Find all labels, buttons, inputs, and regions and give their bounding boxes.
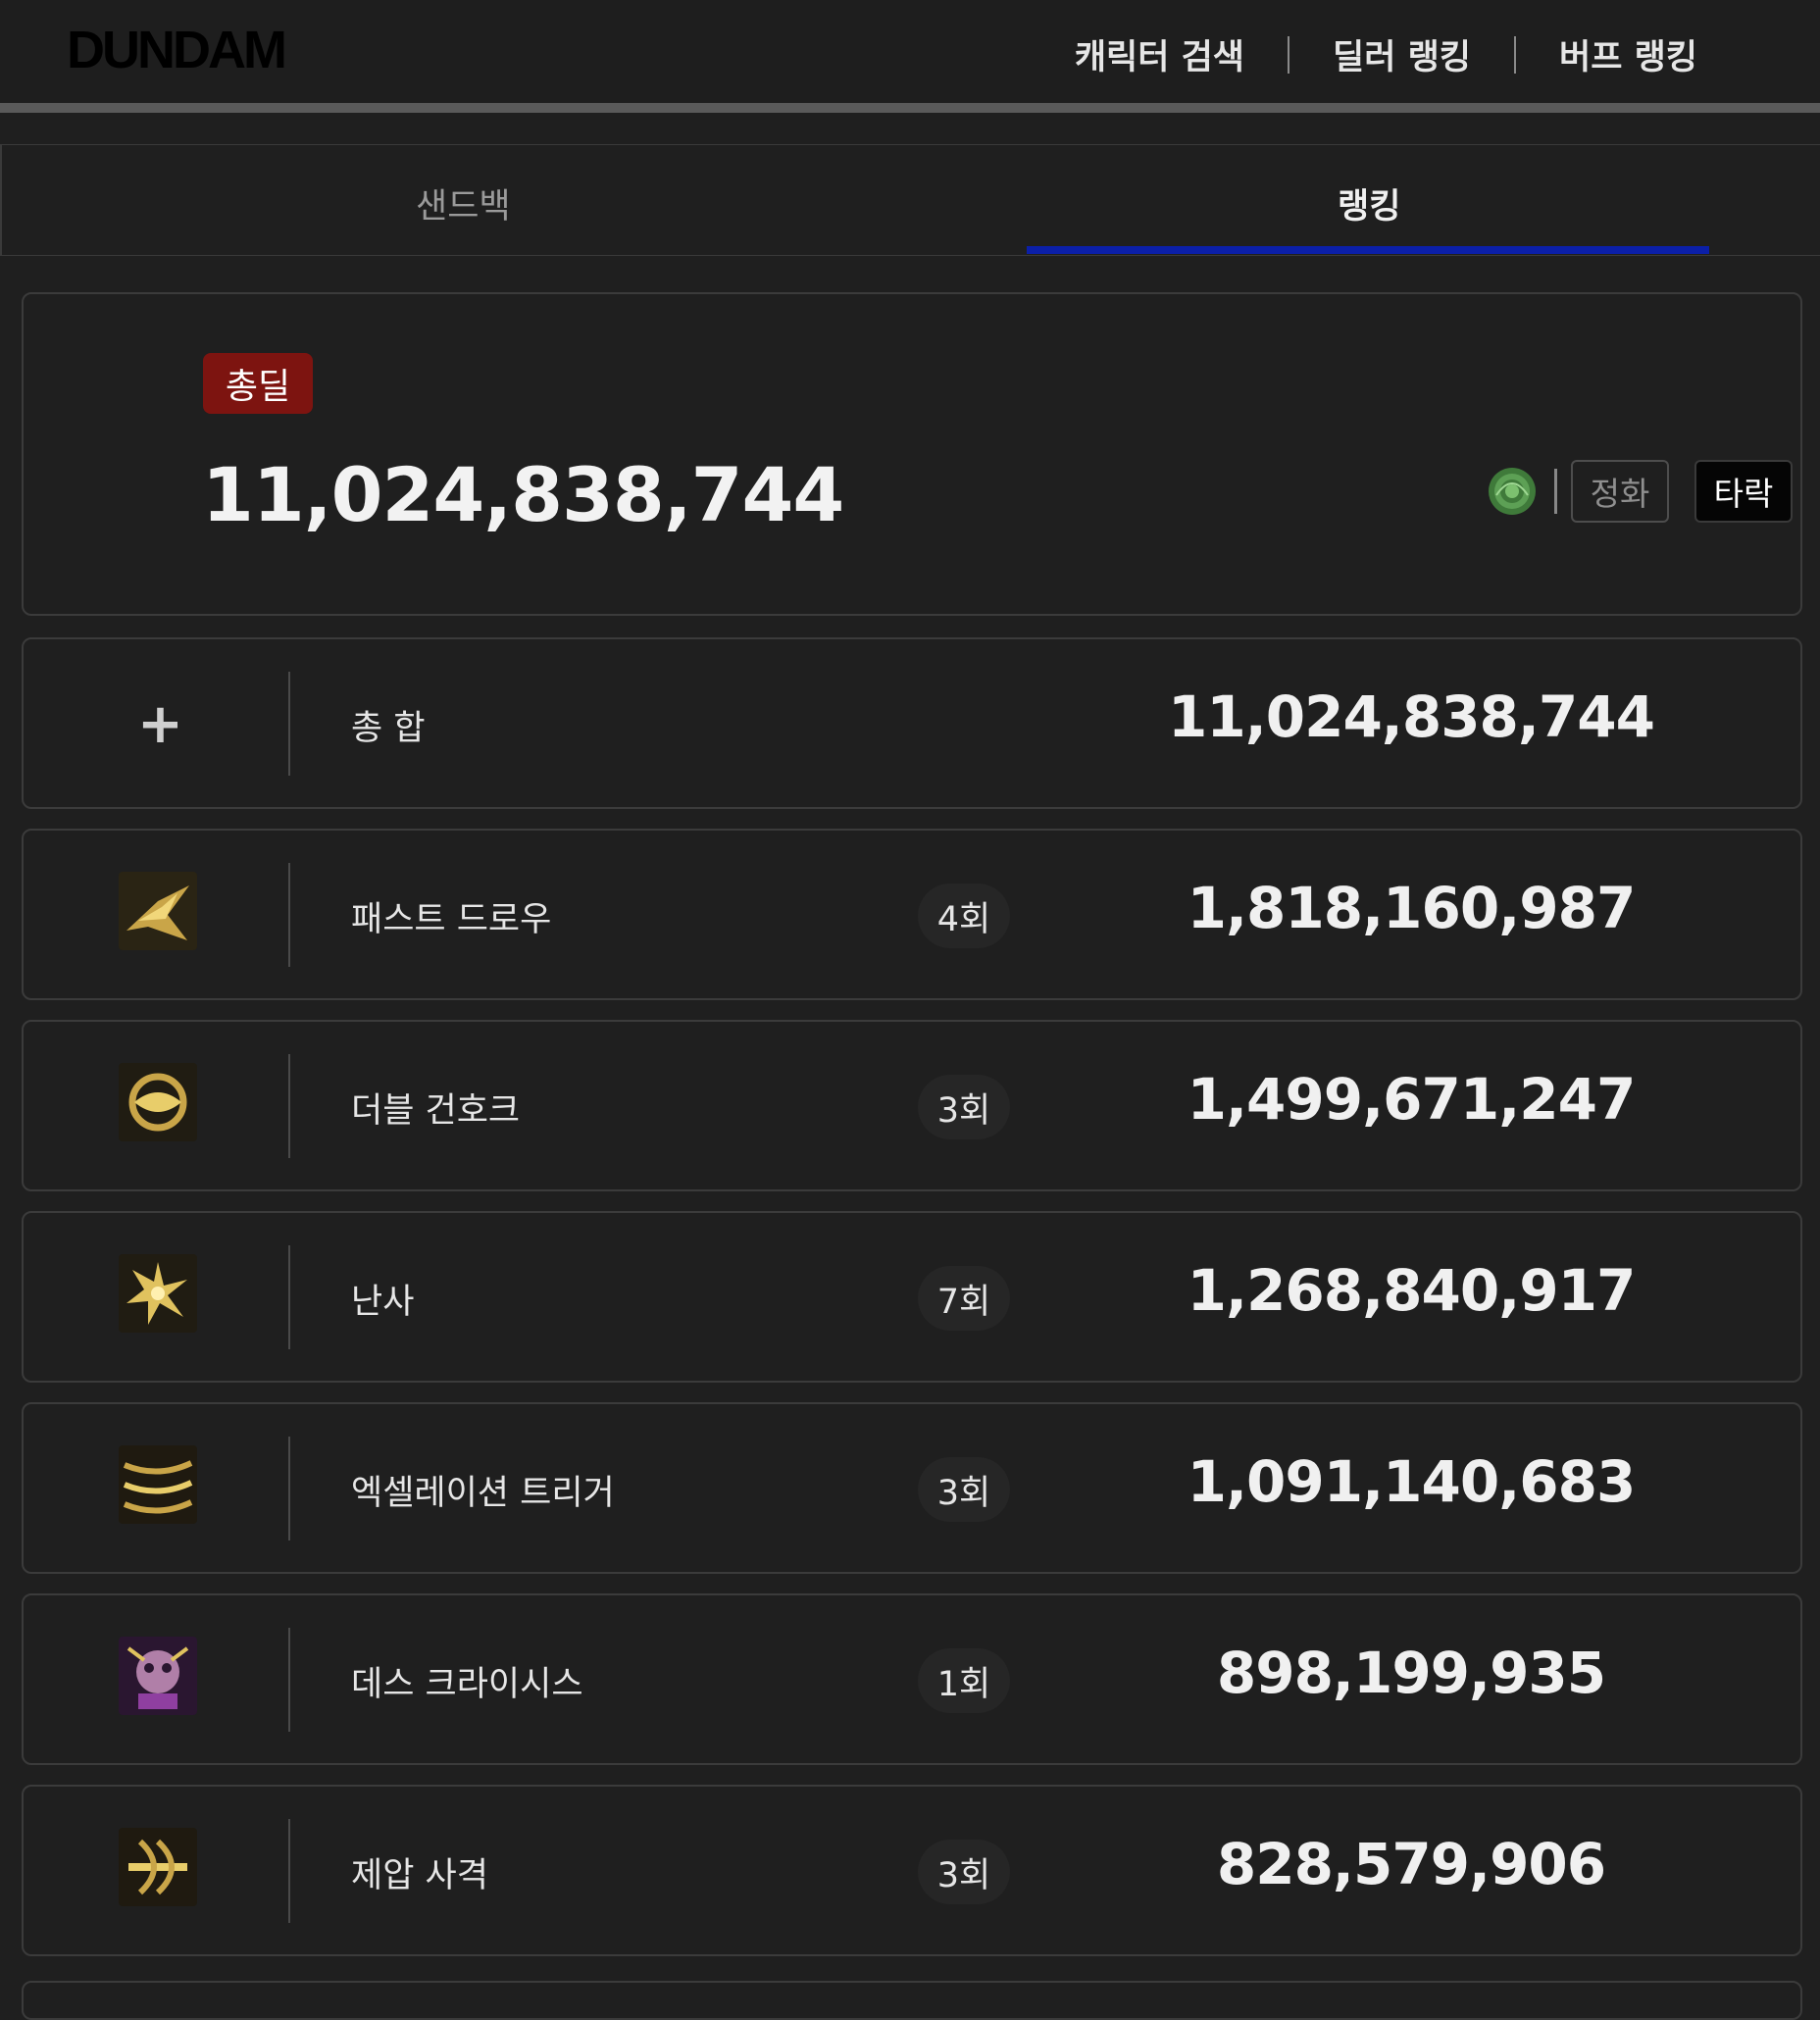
skill-row-partial bbox=[22, 1981, 1802, 2020]
death-crisis-skill-icon bbox=[119, 1637, 197, 1715]
nav-character-search[interactable]: 캐릭터 검색 bbox=[1075, 29, 1244, 79]
skill-row: 데스 크라이시스 1회 898,199,935 bbox=[22, 1593, 1802, 1765]
row-divider bbox=[288, 1054, 290, 1158]
double-gunhawk-skill-icon bbox=[119, 1063, 197, 1141]
skill-name: 총 합 bbox=[351, 709, 426, 748]
random-shot-skill-icon bbox=[119, 1254, 197, 1333]
hit-count: 7회 bbox=[918, 1266, 1010, 1331]
skill-name: 패스트 드로우 bbox=[351, 900, 552, 939]
row-divider bbox=[288, 1628, 290, 1732]
site-logo[interactable]: DUNDAM bbox=[67, 20, 287, 80]
skill-damage: 1,091,140,683 bbox=[1187, 1448, 1637, 1515]
skill-damage: 1,818,160,987 bbox=[1187, 875, 1637, 941]
total-damage-card: 총딜 11,024,838,744 정화 타락 bbox=[22, 292, 1802, 616]
total-damage-value: 11,024,838,744 bbox=[202, 451, 844, 538]
mode-purify-button[interactable]: 정화 bbox=[1571, 460, 1669, 523]
total-damage-badge: 총딜 bbox=[203, 353, 313, 414]
suppression-fire-skill-icon bbox=[119, 1828, 197, 1906]
skill-damage: 1,499,671,247 bbox=[1187, 1066, 1637, 1133]
skill-row: 패스트 드로우 4회 1,818,160,987 bbox=[22, 829, 1802, 1000]
skill-row: 엑셀레이션 트리거 3회 1,091,140,683 bbox=[22, 1402, 1802, 1574]
row-divider bbox=[288, 1819, 290, 1923]
row-divider bbox=[288, 1437, 290, 1540]
skill-damage: 1,268,840,917 bbox=[1187, 1257, 1637, 1324]
skill-damage: 828,579,906 bbox=[1216, 1831, 1606, 1897]
active-tab-indicator bbox=[1027, 246, 1709, 254]
tab-ranking[interactable]: 랭킹 bbox=[1338, 178, 1400, 228]
row-divider bbox=[288, 1245, 290, 1349]
green-rose-icon bbox=[1489, 468, 1536, 515]
skill-row-total: + 총 합 11,024,838,744 bbox=[22, 637, 1802, 809]
skill-name: 난사 bbox=[351, 1283, 415, 1322]
main-nav: 캐릭터 검색 딜러 랭킹 버프 랭킹 bbox=[1075, 29, 1697, 79]
skill-name: 엑셀레이션 트리거 bbox=[351, 1474, 615, 1513]
row-divider bbox=[288, 672, 290, 776]
hit-count: 4회 bbox=[918, 884, 1010, 948]
hit-count: 3회 bbox=[918, 1840, 1010, 1904]
skill-row: 더블 건호크 3회 1,499,671,247 bbox=[22, 1020, 1802, 1191]
skill-damage: 898,199,935 bbox=[1216, 1640, 1606, 1706]
mode-corruption-button[interactable]: 타락 bbox=[1694, 460, 1793, 523]
hit-count: 1회 bbox=[918, 1648, 1010, 1713]
tab-sandbag[interactable]: 샌드백 bbox=[416, 178, 511, 228]
top-header: DUNDAM 캐릭터 검색 딜러 랭킹 버프 랭킹 bbox=[0, 0, 1820, 113]
hit-count: 3회 bbox=[918, 1075, 1010, 1139]
skill-row: 난사 7회 1,268,840,917 bbox=[22, 1211, 1802, 1383]
nav-dealer-ranking[interactable]: 딜러 랭킹 bbox=[1333, 29, 1471, 79]
hit-count: 3회 bbox=[918, 1457, 1010, 1522]
skill-row: 제압 사격 3회 828,579,906 bbox=[22, 1785, 1802, 1956]
skill-name: 데스 크라이시스 bbox=[351, 1665, 583, 1704]
row-divider bbox=[288, 863, 290, 967]
tab-bar: 샌드백 랭킹 bbox=[0, 144, 1820, 256]
mode-separator bbox=[1554, 469, 1557, 514]
acceleration-trigger-skill-icon bbox=[119, 1445, 197, 1524]
fast-draw-skill-icon bbox=[119, 872, 197, 950]
nav-separator bbox=[1288, 35, 1289, 74]
plus-icon[interactable]: + bbox=[137, 692, 183, 756]
skill-damage: 11,024,838,744 bbox=[1167, 683, 1655, 750]
skill-name: 제압 사격 bbox=[351, 1856, 488, 1895]
skill-name: 더블 건호크 bbox=[351, 1091, 521, 1131]
nav-separator bbox=[1514, 35, 1516, 74]
nav-buff-ranking[interactable]: 버프 랭킹 bbox=[1559, 29, 1697, 79]
